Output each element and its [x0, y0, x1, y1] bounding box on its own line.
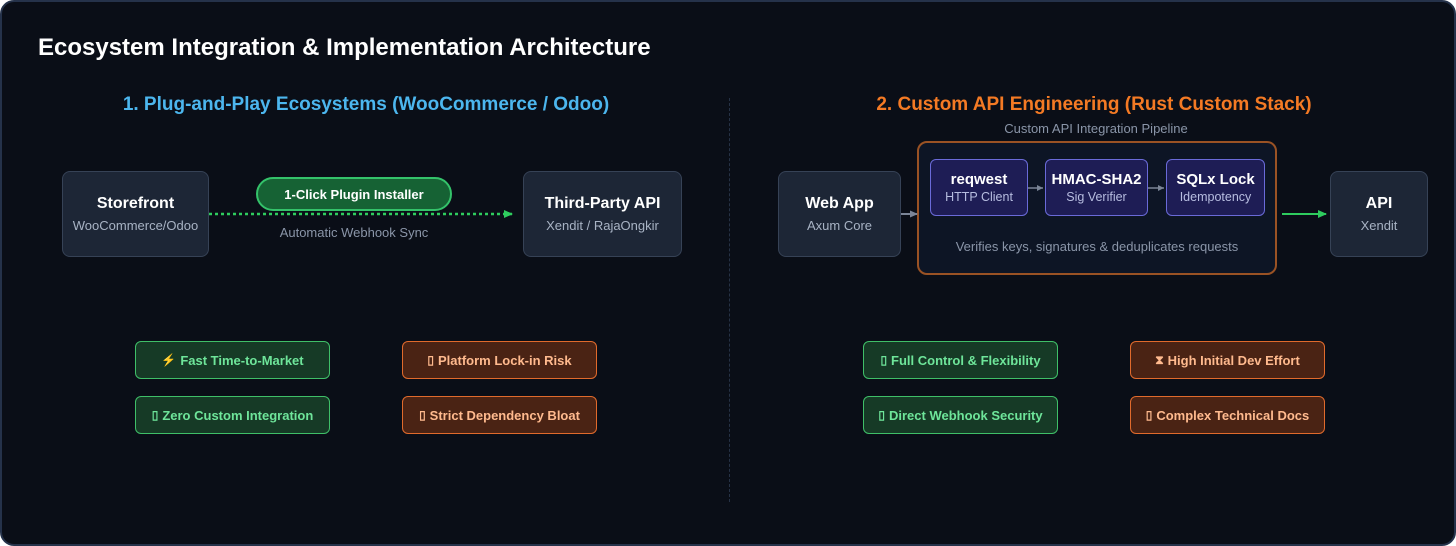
connector-layer	[209, 185, 1327, 218]
diagram-canvas: Ecosystem Integration & Implementation A…	[0, 0, 1456, 546]
